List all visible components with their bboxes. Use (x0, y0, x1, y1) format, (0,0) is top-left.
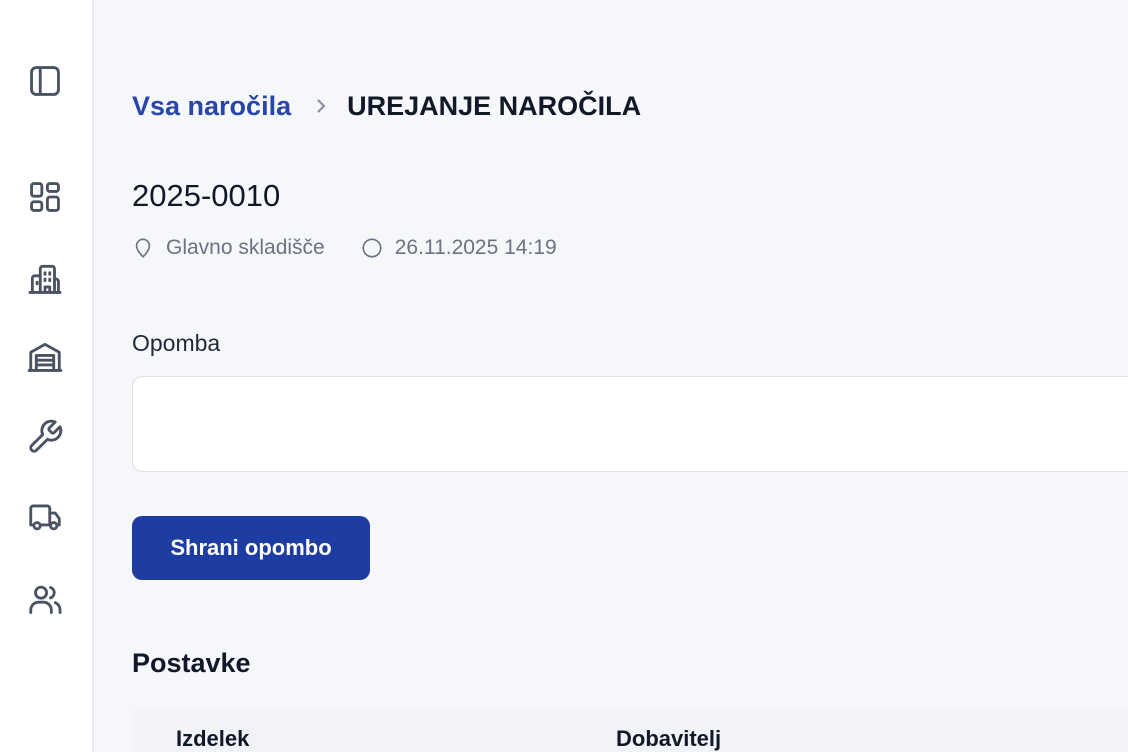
order-datetime-text: 26.11.2025 14:19 (394, 236, 557, 259)
main-content: Vsa naročila UREJANJE NAROČILA 2025-0010… (94, 0, 1128, 752)
sidebar-item-service[interactable] (24, 416, 66, 458)
dashboard-icon (30, 182, 60, 212)
sidebar-toggle-icon (30, 66, 60, 96)
breadcrumb-current: UREJANJE NAROČILA (347, 90, 642, 121)
items-section-title: Postavke (132, 648, 251, 678)
note-label: Opomba (132, 330, 221, 356)
sidebar (0, 0, 94, 752)
order-datetime: 26.11.2025 14:19 (361, 236, 557, 260)
column-header-product[interactable]: Izdelek (176, 726, 249, 752)
items-table-header: Izdelek Dobavitelj (132, 708, 1128, 752)
truck-icon (29, 504, 61, 531)
sidebar-item-dashboard[interactable] (24, 176, 66, 218)
note-input[interactable] (132, 376, 1128, 472)
location-pin-icon (135, 238, 151, 258)
order-location-text: Glavno skladišče (166, 236, 325, 259)
wrench-icon (29, 419, 63, 453)
users-icon (29, 585, 62, 614)
breadcrumb: Vsa naročila UREJANJE NAROČILA (132, 88, 641, 124)
sidebar-item-deliveries[interactable] (24, 496, 66, 538)
app-window: Vsa naročila UREJANJE NAROČILA 2025-0010… (0, 0, 1128, 752)
breadcrumb-link-all-orders[interactable]: Vsa naročila (132, 91, 291, 122)
building-icon (28, 264, 62, 294)
order-location: Glavno skladišče (132, 236, 325, 260)
save-note-button[interactable]: Shrani opombo (132, 516, 370, 580)
order-meta: Glavno skladišče 26.11.2025 14:19 (132, 236, 557, 260)
chevron-right-icon (313, 98, 329, 114)
sidebar-item-buildings[interactable] (24, 258, 66, 300)
order-number: 2025-0010 (132, 178, 281, 213)
clock-icon (362, 238, 382, 258)
sidebar-item-warehouse[interactable] (24, 336, 66, 378)
sidebar-toggle-button[interactable] (24, 60, 66, 102)
sidebar-item-users[interactable] (24, 578, 66, 620)
warehouse-icon (27, 342, 63, 372)
column-header-supplier[interactable]: Dobavitelj (616, 726, 721, 752)
